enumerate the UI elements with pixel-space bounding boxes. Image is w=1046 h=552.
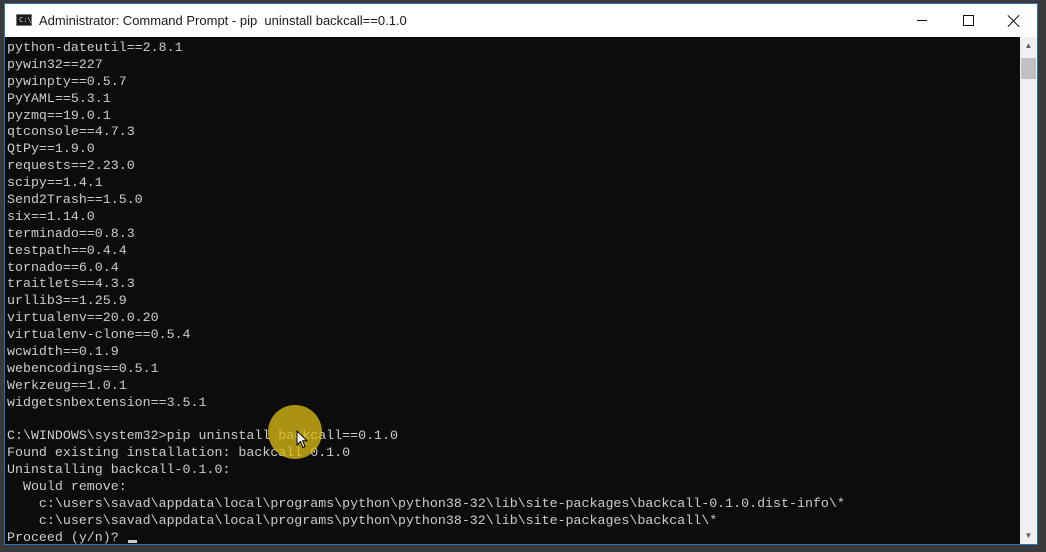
- console-line: virtualenv==20.0.20: [7, 310, 159, 326]
- console-line: c:\users\savad\appdata\local\programs\py…: [7, 512, 718, 528]
- console-line: terminado==0.8.3: [7, 225, 135, 241]
- console-line: QtPy==1.9.0: [7, 141, 95, 157]
- console-line: webencodings==0.5.1: [7, 360, 159, 376]
- console-app-icon[interactable]: C:\: [16, 14, 32, 26]
- console-line: Werkzeug==1.0.1: [7, 377, 127, 393]
- console-command-line: C:\WINDOWS\system32>pip uninstall backca…: [7, 428, 398, 444]
- title-bar[interactable]: C:\ Administrator: Command Prompt - pip …: [5, 4, 1037, 37]
- command-prompt-window: C:\ Administrator: Command Prompt - pip …: [4, 3, 1038, 545]
- console-line: Send2Trash==1.5.0: [7, 192, 143, 208]
- console-line: Found existing installation: backcall 0.…: [7, 445, 351, 461]
- maximize-button[interactable]: [945, 4, 991, 37]
- vertical-scrollbar[interactable]: ▲ ▼: [1020, 37, 1037, 544]
- close-icon: [1008, 15, 1020, 27]
- maximize-icon: [962, 15, 974, 26]
- console-line: pyzmq==19.0.1: [7, 107, 111, 123]
- scroll-down-button[interactable]: ▼: [1020, 527, 1037, 544]
- console-line: pywin32==227: [7, 56, 103, 72]
- console-line: c:\users\savad\appdata\local\programs\py…: [7, 496, 845, 512]
- mouse-highlight-circle: [268, 405, 322, 459]
- console-output[interactable]: python-dateutil==2.8.1 pywin32==227 pywi…: [5, 37, 1020, 544]
- console-line: wcwidth==0.1.9: [7, 344, 119, 360]
- console-line: requests==2.23.0: [7, 158, 135, 174]
- console-app-icon-text: C:\: [19, 16, 32, 24]
- console-line: qtconsole==4.7.3: [7, 124, 135, 140]
- console-prompt-line[interactable]: Proceed (y/n)?: [7, 530, 1020, 544]
- console-line: Uninstalling backcall-0.1.0:: [7, 462, 231, 478]
- console-line: scipy==1.4.1: [7, 175, 103, 191]
- scroll-thumb[interactable]: [1021, 58, 1036, 79]
- console-line: testpath==0.4.4: [7, 242, 127, 258]
- console-line: python-dateutil==2.8.1: [7, 40, 183, 55]
- window-title: Administrator: Command Prompt - pip unin…: [39, 13, 407, 28]
- text-cursor: [127, 539, 137, 543]
- console-line: Would remove:: [7, 479, 127, 495]
- minimize-icon: [917, 20, 927, 21]
- console-line: pywinpty==0.5.7: [7, 73, 127, 89]
- console-line: six==1.14.0: [7, 208, 95, 224]
- scroll-down-icon: ▼: [1024, 531, 1033, 540]
- scroll-up-button[interactable]: ▲: [1020, 37, 1037, 54]
- close-button[interactable]: [991, 4, 1037, 37]
- console-line: PyYAML==5.3.1: [7, 90, 111, 106]
- console-line: urllib3==1.25.9: [7, 293, 127, 309]
- mouse-pointer-icon: [296, 430, 308, 449]
- console-line: traitlets==4.3.3: [7, 276, 135, 292]
- proceed-prompt: Proceed (y/n)?: [7, 529, 127, 544]
- console-line: widgetsnbextension==3.5.1: [7, 394, 207, 410]
- console-line: tornado==6.0.4: [7, 259, 119, 275]
- console-line: virtualenv-clone==0.5.4: [7, 327, 191, 343]
- scroll-up-icon: ▲: [1024, 41, 1033, 50]
- minimize-button[interactable]: [899, 4, 945, 37]
